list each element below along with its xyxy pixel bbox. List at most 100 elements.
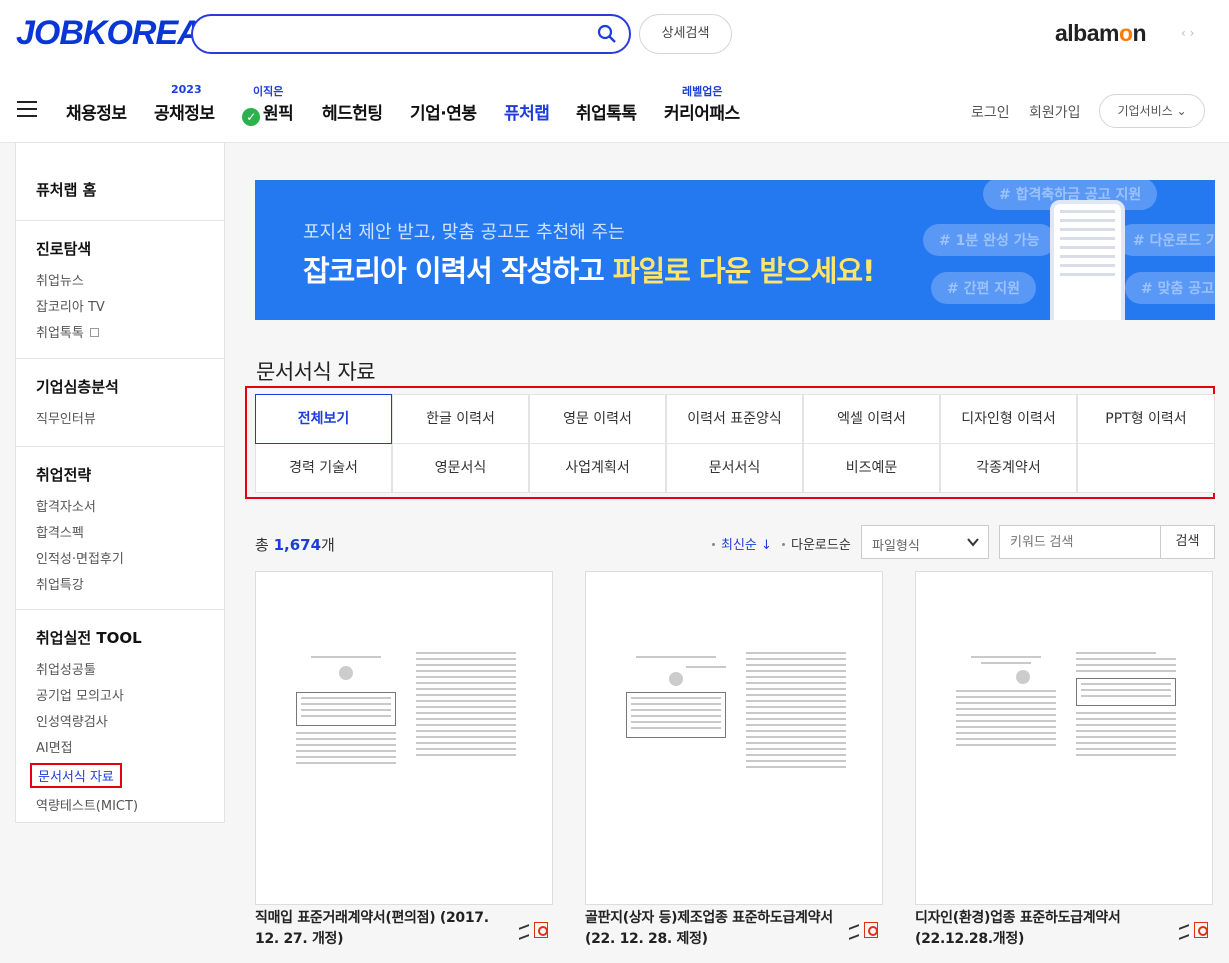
hwp-icon[interactable] — [847, 922, 861, 938]
gnb-onepick[interactable]: ✓ 원픽 — [242, 99, 294, 126]
keyword-search[interactable] — [999, 525, 1161, 559]
search-input[interactable] — [209, 24, 589, 46]
tab-category[interactable]: 한글 이력서 — [392, 394, 529, 444]
document-card[interactable] — [585, 571, 883, 905]
sidebar-title[interactable]: 진로탐색 — [36, 221, 224, 259]
category-grid: 전체보기 한글 이력서 영문 이력서 이력서 표준양식 엑셀 이력서 디자인형 … — [255, 394, 1215, 494]
tab-all[interactable]: 전체보기 — [255, 394, 392, 444]
banner-tag: # 1분 완성 가능 — [923, 224, 1056, 256]
gnb-sup-2023: 2023 — [171, 83, 202, 96]
sidebar-link[interactable]: 인적성·면접후기 — [36, 548, 224, 567]
gnb-public-hiring[interactable]: 공채정보 — [154, 99, 215, 124]
gnb-talk[interactable]: 취업톡톡 — [576, 99, 637, 124]
sidebar-section-analysis: 기업심층분석 직무인터뷰 — [16, 359, 224, 447]
tab-category[interactable]: PPT형 이력서 — [1077, 394, 1215, 444]
document-card[interactable] — [915, 571, 1213, 905]
pdf-icon[interactable] — [864, 922, 878, 938]
menu-icon[interactable] — [17, 101, 37, 117]
banner-tag: # 맞춤 공고 추천 — [1125, 272, 1215, 304]
file-type-select[interactable]: 파일형식 — [861, 525, 989, 559]
tab-category[interactable]: 엑셀 이력서 — [803, 394, 940, 444]
tab-category[interactable]: 영문서식 — [392, 443, 529, 493]
file-format-icons — [847, 922, 881, 940]
tab-category[interactable]: 영문 이력서 — [529, 394, 666, 444]
tab-category[interactable]: 사업계획서 — [529, 443, 666, 493]
phone-illustration — [1050, 200, 1125, 320]
sidebar-home-section: 퓨처랩 홈 — [16, 143, 224, 221]
file-format-icons — [1177, 922, 1211, 940]
tab-category[interactable]: 이력서 표준양식 — [666, 394, 803, 444]
gnb-jobs[interactable]: 채용정보 — [66, 99, 127, 124]
sidebar-title[interactable]: 기업심층분석 — [36, 359, 224, 397]
sidebar-link[interactable]: AI면접 — [36, 737, 224, 756]
banner-title: 잡코리아 이력서 작성하고 파일로 다운 받으세요! — [303, 254, 875, 288]
sidebar-section-tool: 취업실전 TOOL 취업성공툴 공기업 모의고사 인성역량검사 AI면접 문서서… — [16, 610, 224, 814]
login-link[interactable]: 로그인 — [971, 102, 1010, 122]
chevron-down-icon — [967, 538, 979, 547]
sidebar-link[interactable]: 직무인터뷰 — [36, 408, 224, 427]
sidebar-title[interactable]: 취업실전 TOOL — [36, 610, 224, 648]
pdf-icon[interactable] — [534, 922, 548, 938]
gnb-sup-levelup: 레벨업은 — [682, 85, 723, 98]
document-card-title[interactable]: 골판지(상자 등)제조업종 표준하도급계약서 (22. 12. 28. 제정) — [585, 908, 845, 950]
sidebar-link[interactable]: 잡코리아 TV — [36, 296, 224, 315]
document-card-title[interactable]: 직매입 표준거래계약서(편의점) (2017. 12. 27. 개정) — [255, 908, 515, 950]
banner-tag: # 다운로드 가능 — [1117, 224, 1215, 256]
banner-subtitle: 포지션 제안 받고, 맞춤 공고도 추천해 주는 — [303, 222, 625, 243]
sidebar-link[interactable]: 취업톡톡 — [36, 322, 224, 341]
hwp-icon[interactable] — [517, 922, 531, 938]
tab-category[interactable]: 비즈예문 — [803, 443, 940, 493]
biz-service-button[interactable]: 기업서비스 ⌄ — [1099, 94, 1205, 128]
file-format-icons — [517, 922, 551, 940]
search-button[interactable]: 검색 — [1160, 525, 1215, 559]
partner-arrows[interactable]: ‹ › — [1181, 26, 1194, 40]
main-search[interactable] — [191, 14, 631, 54]
gnb-headhunting[interactable]: 헤드헌팅 — [322, 99, 383, 124]
check-icon: ✓ — [242, 108, 260, 126]
tab-empty — [1077, 443, 1215, 493]
new-window-icon — [89, 328, 99, 337]
hwp-icon[interactable] — [1177, 922, 1191, 938]
sidebar-link[interactable]: 취업뉴스 — [36, 270, 224, 289]
document-card[interactable] — [255, 571, 553, 905]
top-header: JOBKOREA 상세검색 albamon ‹ › 채용정보 2023 공채정보… — [0, 0, 1229, 143]
tab-category[interactable]: 문서서식 — [666, 443, 803, 493]
jobkorea-logo[interactable]: JOBKOREA — [16, 14, 202, 53]
sidebar-section-strategy: 취업전략 합격자소서 합격스펙 인적성·면접후기 취업특강 — [16, 447, 224, 610]
sidebar-link[interactable]: 취업특강 — [36, 574, 224, 593]
sidebar-link[interactable]: 취업성공툴 — [36, 659, 224, 678]
signup-link[interactable]: 회원가입 — [1029, 102, 1081, 122]
document-thumbnail — [296, 652, 516, 802]
sidebar-title[interactable]: 취업전략 — [36, 447, 224, 485]
sidebar-link[interactable]: 인성역량검사 — [36, 711, 224, 730]
sidebar: 퓨처랩 홈 진로탐색 취업뉴스 잡코리아 TV 취업톡톡 기업심층분석 직무인터… — [15, 143, 225, 823]
pdf-icon[interactable] — [1194, 922, 1208, 938]
sidebar-link-active[interactable]: 문서서식 자료 — [30, 763, 122, 788]
gnb-career-path[interactable]: 커리어패스 — [664, 99, 740, 124]
chevron-down-icon: ⌄ — [1176, 104, 1187, 118]
keyword-input[interactable] — [1010, 534, 1150, 549]
document-thumbnail — [956, 652, 1176, 802]
tab-category[interactable]: 각종계약서 — [940, 443, 1077, 493]
sort-download[interactable]: 다운로드순 — [782, 534, 851, 553]
document-thumbnail — [626, 652, 846, 802]
sidebar-link[interactable]: 공기업 모의고사 — [36, 685, 224, 704]
sidebar-home[interactable]: 퓨처랩 홈 — [36, 143, 224, 200]
sidebar-link[interactable]: 합격스펙 — [36, 522, 224, 541]
document-card-title[interactable]: 디자인(환경)업종 표준하도급계약서 (22.12.28.개정) — [915, 908, 1175, 950]
search-icon[interactable] — [597, 24, 617, 44]
total-count: 총 1,674개 — [255, 536, 335, 554]
sidebar-section-explore: 진로탐색 취업뉴스 잡코리아 TV 취업톡톡 — [16, 221, 224, 359]
detail-search-button[interactable]: 상세검색 — [639, 14, 732, 54]
sidebar-link[interactable]: 합격자소서 — [36, 496, 224, 515]
tab-category[interactable]: 경력 기술서 — [255, 443, 392, 493]
resume-banner[interactable]: # 합격축하금 공고 지원 # 1분 완성 가능 # 다운로드 가능 # 간편 … — [255, 180, 1215, 320]
sidebar-link[interactable]: 역량테스트(MICT) — [36, 795, 224, 814]
gnb-company-salary[interactable]: 기업·연봉 — [410, 99, 477, 124]
tab-category[interactable]: 디자인형 이력서 — [940, 394, 1077, 444]
page-title: 문서서식 자료 — [256, 360, 376, 384]
gnb-sup-onepick: 이직은 — [253, 85, 284, 98]
gnb-futurelab[interactable]: 퓨처랩 — [504, 99, 550, 124]
sort-latest[interactable]: 최신순 ↓ — [712, 534, 772, 553]
albamon-logo[interactable]: albamon — [1055, 20, 1147, 47]
